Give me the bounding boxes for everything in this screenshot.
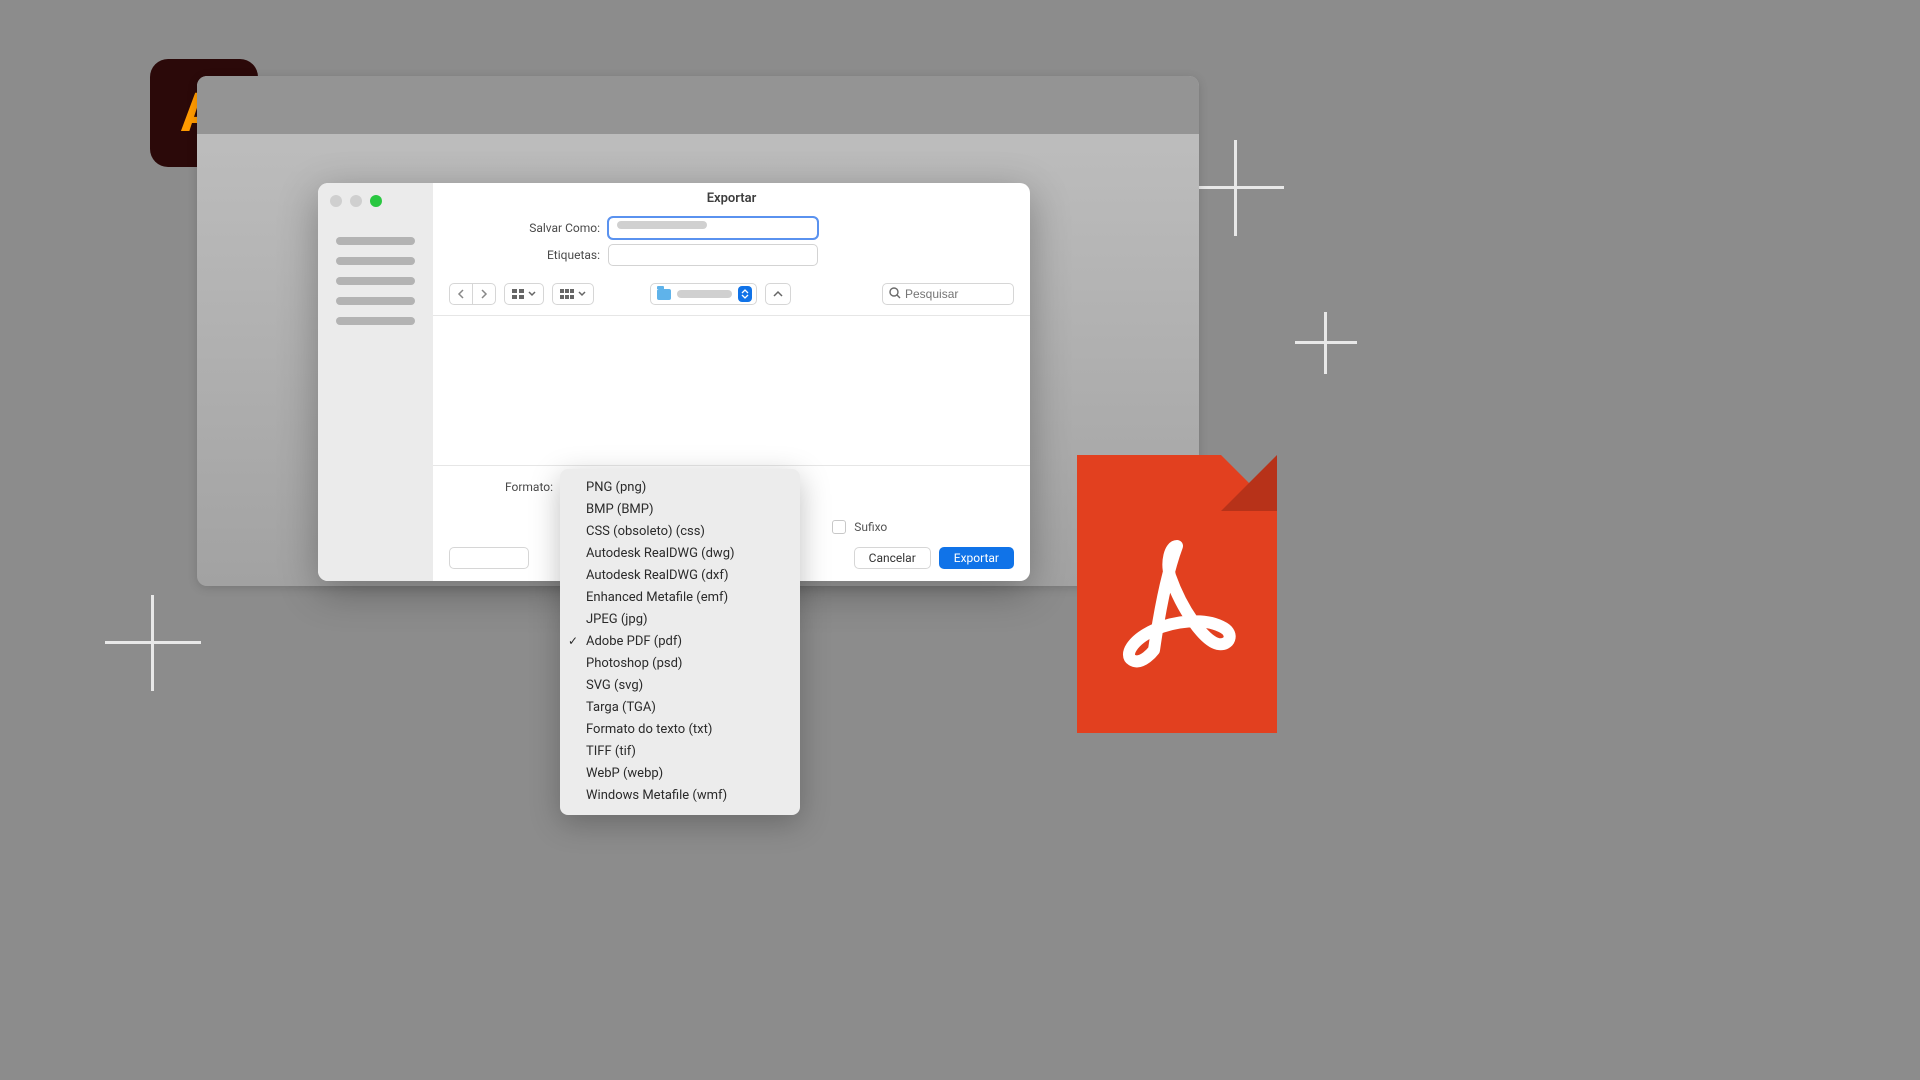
folder-icon — [657, 289, 671, 300]
format-option[interactable]: Autodesk RealDWG (dxf) — [560, 565, 800, 587]
dropdown-arrows-icon — [738, 286, 752, 302]
cancel-button[interactable]: Cancelar — [854, 547, 931, 569]
suffix-label: Sufixo — [854, 520, 887, 534]
crosshair-decoration — [1295, 312, 1357, 374]
finder-toolbar — [433, 271, 1030, 316]
format-option[interactable]: PNG (png) — [560, 477, 800, 499]
window-minimize-button[interactable] — [350, 195, 362, 207]
format-label: Formato: — [449, 480, 561, 494]
sidebar-item[interactable] — [336, 237, 415, 245]
crosshair-decoration — [1188, 140, 1284, 236]
format-option[interactable]: JPEG (jpg) — [560, 609, 800, 631]
format-option[interactable]: SVG (svg) — [560, 675, 800, 697]
search-input[interactable] — [905, 287, 1007, 301]
window-close-button[interactable] — [330, 195, 342, 207]
chevron-down-icon — [578, 291, 586, 297]
format-option[interactable]: Formato do texto (txt) — [560, 719, 800, 741]
nav-forward-button[interactable] — [473, 283, 496, 305]
new-folder-button[interactable] — [449, 547, 529, 569]
format-option[interactable]: Windows Metafile (wmf) — [560, 785, 800, 807]
crosshair-decoration — [105, 595, 201, 691]
sidebar-item[interactable] — [336, 257, 415, 265]
chevron-right-icon — [480, 289, 488, 299]
search-icon — [889, 287, 901, 302]
sidebar-item[interactable] — [336, 317, 415, 325]
format-option[interactable]: BMP (BMP) — [560, 499, 800, 521]
collapse-button[interactable] — [765, 283, 791, 305]
window-maximize-button[interactable] — [370, 195, 382, 207]
chevron-down-icon — [528, 291, 536, 297]
save-as-input[interactable] — [608, 217, 818, 239]
format-option[interactable]: Autodesk RealDWG (dwg) — [560, 543, 800, 565]
window-controls — [318, 191, 433, 231]
acrobat-logo-icon — [1112, 538, 1242, 678]
pdf-file-icon — [1077, 455, 1277, 733]
format-option[interactable]: TIFF (tif) — [560, 741, 800, 763]
grid-icon — [512, 289, 524, 299]
export-button[interactable]: Exportar — [939, 547, 1014, 569]
format-option[interactable]: Targa (TGA) — [560, 697, 800, 719]
format-dropdown-menu[interactable]: PNG (png)BMP (BMP)CSS (obsoleto) (css)Au… — [560, 469, 800, 815]
format-option[interactable]: Photoshop (psd) — [560, 653, 800, 675]
background-window-titlebar — [197, 76, 1199, 134]
suffix-checkbox[interactable] — [832, 520, 846, 534]
location-popup[interactable] — [650, 283, 757, 305]
nav-back-button[interactable] — [449, 283, 473, 305]
tags-label: Etiquetas: — [433, 248, 608, 262]
view-grid-button[interactable] — [504, 283, 544, 305]
dialog-sidebar — [318, 183, 433, 581]
nav-group — [449, 283, 496, 305]
dialog-title: Exportar — [433, 183, 1030, 212]
save-as-label: Salvar Como: — [433, 221, 608, 235]
format-option[interactable]: Enhanced Metafile (emf) — [560, 587, 800, 609]
tags-input[interactable] — [608, 244, 818, 266]
group-button[interactable] — [552, 283, 594, 305]
chevron-up-icon — [773, 290, 783, 298]
group-icon — [560, 289, 574, 299]
search-field[interactable] — [882, 283, 1014, 305]
format-option[interactable]: CSS (obsoleto) (css) — [560, 521, 800, 543]
chevron-left-icon — [457, 289, 465, 299]
sidebar-item[interactable] — [336, 297, 415, 305]
file-browser-area[interactable] — [433, 316, 1030, 466]
sidebar-item[interactable] — [336, 277, 415, 285]
format-option[interactable]: Adobe PDF (pdf) — [560, 631, 800, 653]
format-option[interactable]: WebP (webp) — [560, 763, 800, 785]
